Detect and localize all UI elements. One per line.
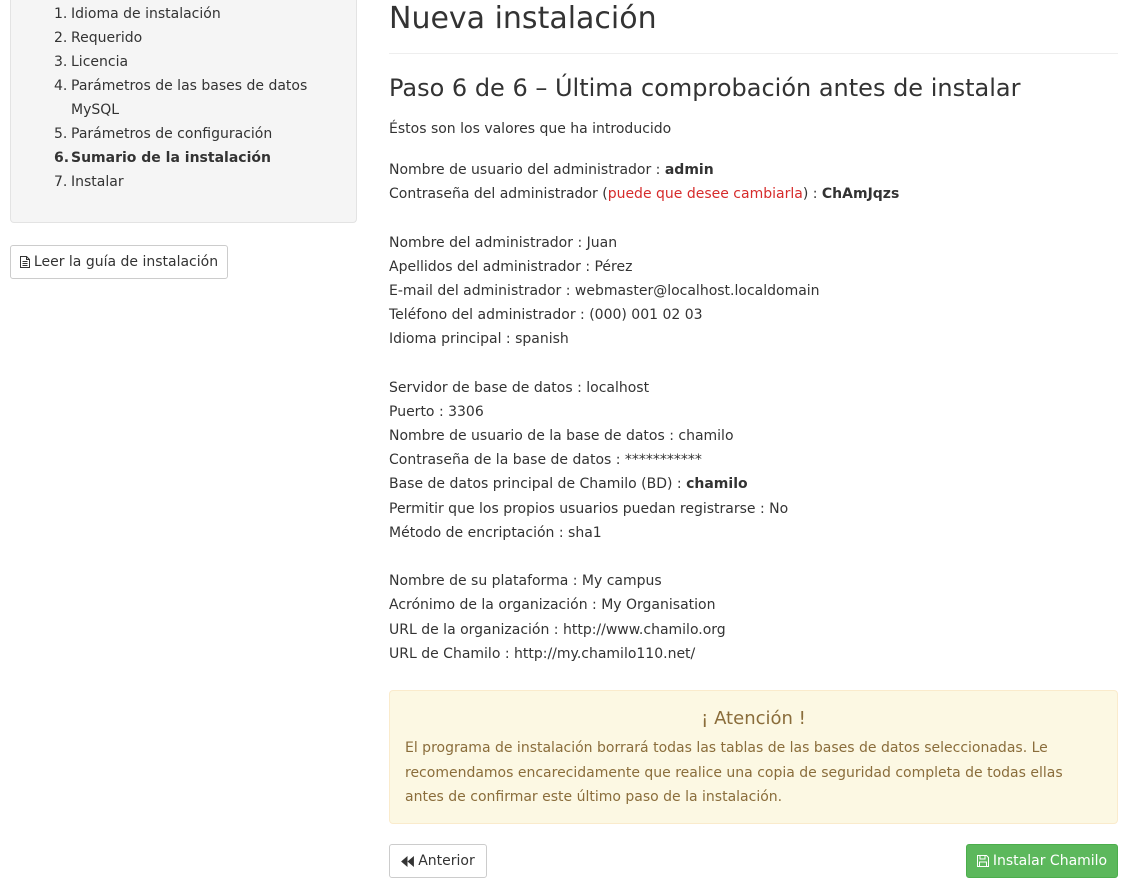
admin-firstname-row: Nombre del administrador : Juan [389,234,618,251]
db-port-row: Puerto : 3306 [389,403,484,420]
self-register-row: Permitir que los propios usuarios puedan… [389,500,789,517]
db-user-row: Nombre de usuario de la base de datos : … [389,428,734,445]
step-label: Parámetros de configuración [71,126,273,142]
warning-alert: ¡ Atención ! El programa de instalación … [389,690,1118,824]
step-label: Sumario de la instalación [71,150,271,166]
db-main-row: Base de datos principal de Chamilo (BD) … [389,476,748,493]
step-item-5: 5. Parámetros de configuración [54,122,334,146]
admin-login-row: Nombre de usuario del administrador : ad… [389,162,714,178]
alert-title: ¡ Atención ! [701,708,806,729]
installation-summary: Nombre de usuario del administrador : ad… [389,158,1118,666]
installation-steps-list: 1. Idioma de instalación 2. Requerido 3. Li… [54,2,334,194]
installation-steps-panel: 1. Idioma de instalación 2. Requerido 3. Li… [10,0,357,223]
db-host-row: Servidor de base de datos : localhost [389,379,650,396]
floppy-disk-icon [976,855,989,867]
admin-lastname-row: Apellidos del administrador : Pérez [389,258,633,275]
main-language-row: Idioma principal : spanish [389,331,569,348]
platform-name-row: Nombre de su plataforma : My campus [389,573,662,590]
previous-button[interactable]: Anterior [389,844,487,878]
encryption-row: Método de encriptación : sha1 [389,524,602,541]
read-installation-guide-button[interactable]: Leer la guía de instalación [10,245,228,279]
file-text-icon [19,256,30,268]
guide-button-label: Leer la guía de instalación [33,254,219,270]
install-button-label: Instalar Chamilo [992,853,1108,869]
db-password-row: Contraseña de la base de datos : *******… [389,452,702,469]
step-item-2: 2. Requerido [54,26,334,50]
admin-email-row: E-mail del administrador : webmaster@loc… [389,282,820,299]
step-item-4: 4. Parámetros de las bases de datos MySQL [54,74,334,122]
admin-login-value: admin [664,162,714,178]
change-password-hint: puede que desee cambiarla [607,186,803,203]
step-label: Requerido [71,30,143,46]
step-item-7: 7. Instalar [54,170,334,194]
org-url-row: URL de la organización : http://www.cham… [389,621,726,638]
admin-phone-row: Teléfono del administrador : (000) 001 0… [389,307,703,324]
admin-password-row: Contraseña del administrador (puede que … [389,186,900,203]
admin-password-value: ChAmJqzs [821,186,900,203]
step-item-6-active: 6. Sumario de la instalación [54,146,334,170]
step-item-3: 3. Licencia [54,50,334,74]
step-title: Paso 6 de 6 – Última comprobación antes … [389,74,1021,102]
chamilo-url-row: URL de Chamilo : http://my.chamilo110.ne… [389,645,696,662]
backward-icon [401,855,415,867]
page-title: Nueva instalación [389,1,657,36]
step-label: Parámetros de las bases de datos MySQL [71,78,308,118]
previous-button-label: Anterior [418,853,475,869]
title-divider [389,53,1118,54]
alert-text: El programa de instalación borrará todas… [405,740,1063,805]
step-label: Instalar [71,174,124,190]
db-main-value: chamilo [686,476,748,493]
step-item-1: 1. Idioma de instalación [54,2,334,26]
install-chamilo-button[interactable]: Instalar Chamilo [966,844,1118,878]
step-label: Licencia [71,54,129,70]
step-label: Idioma de instalación [71,6,221,22]
org-acronym-row: Acrónimo de la organización : My Organis… [389,597,716,614]
intro-text: Éstos son los valores que ha introducido [389,121,672,137]
